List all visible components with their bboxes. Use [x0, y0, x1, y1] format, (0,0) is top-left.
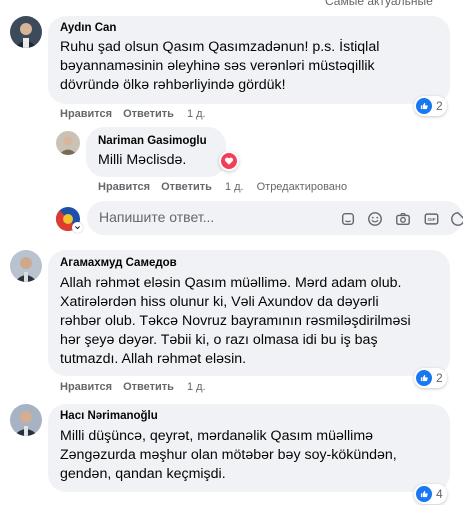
like-icon	[416, 370, 432, 386]
sort-label-cut: Самые актуальные	[325, 0, 433, 8]
svg-text:GIF: GIF	[427, 217, 435, 223]
like-button[interactable]: Нравится	[98, 181, 150, 193]
comment-author[interactable]: Aydın Can	[60, 22, 116, 34]
avatar[interactable]	[10, 250, 42, 282]
sticker-face-icon[interactable]	[449, 210, 463, 228]
comment-actions: Нравится Ответить 1 д.	[60, 381, 217, 393]
like-button[interactable]: Нравится	[60, 381, 112, 393]
reaction-count[interactable]: 2	[414, 368, 447, 388]
like-icon	[416, 486, 432, 502]
avatar[interactable]	[10, 16, 42, 48]
comment-text-line: Allah rəhmət eləsin Qasım müəllimə. Mərd…	[60, 275, 402, 291]
comment-text-line: Zəngəzurda məşhur olan mötəbər bəy soy-k…	[60, 447, 397, 463]
comment-text-line: Ruhu şad olsun Qasım Qasımzadənun! p.s. …	[60, 39, 380, 55]
comment-author[interactable]: Агамахмуд Самедов	[60, 257, 177, 269]
edited-label: Отредактировано	[256, 181, 348, 193]
comment-text-line: tutmazdı. Allah rəhmət eləsin.	[60, 351, 247, 367]
comment-text-line: rəhbər olub. Təkcə Novruz bayramının rəs…	[60, 313, 411, 329]
comment-text-line: bəyannaməsinin əleyhinə səs verənləri mü…	[60, 58, 375, 74]
reply-button[interactable]: Ответить	[161, 181, 212, 193]
camera-icon[interactable]	[394, 210, 412, 228]
reaction-count[interactable]	[219, 151, 239, 171]
comment-timestamp[interactable]: 1 д.	[187, 381, 206, 393]
comment-timestamp[interactable]: 1 д.	[187, 108, 206, 120]
reaction-count[interactable]: 2	[414, 96, 447, 116]
comment-text-line: dövründə ölkə rəhbərliyində gördük!	[60, 77, 286, 93]
comment-text-line: Xatirələrdən hiss olunur ki, Vəli Axundo…	[60, 294, 379, 310]
reply-button[interactable]: Ответить	[123, 381, 174, 393]
comment-text-line: Milli düşüncə, qeyrət, mərdanəlik Qasım …	[60, 428, 374, 444]
comment-text-line: gendən, qandan keçmişdi.	[60, 466, 226, 482]
reaction-number: 2	[436, 99, 443, 113]
reply-button[interactable]: Ответить	[123, 108, 174, 120]
reply-input[interactable]	[99, 209, 329, 225]
sticker-icon[interactable]	[339, 210, 357, 228]
comment-text-line: hər şeyə dəyər. Təbii ki, o razı olmasa …	[60, 332, 378, 348]
emoji-icon[interactable]	[366, 210, 384, 228]
comment-actions: Нравится Ответить 1 д. Отредактировано	[98, 181, 358, 193]
reaction-count[interactable]: 4	[414, 484, 447, 504]
comment-text-line: Milli Məclisdə.	[98, 152, 187, 168]
comment-author[interactable]: Hacı Nərimanoğlu	[60, 410, 158, 422]
chevron-down-icon[interactable]	[72, 222, 83, 233]
like-button[interactable]: Нравится	[60, 108, 112, 120]
gif-icon[interactable]: GIF	[422, 210, 440, 228]
avatar[interactable]	[56, 131, 80, 155]
comment-author[interactable]: Nariman Gasimoglu	[98, 135, 207, 147]
heart-icon	[221, 153, 237, 169]
like-icon	[416, 98, 432, 114]
reaction-number: 4	[436, 487, 443, 501]
reaction-number: 2	[436, 371, 443, 385]
comment-timestamp[interactable]: 1 д.	[225, 181, 244, 193]
avatar[interactable]	[10, 404, 42, 436]
comment-actions: Нравится Ответить 1 д.	[60, 108, 217, 120]
reply-input-box[interactable]: GIF	[87, 201, 463, 235]
